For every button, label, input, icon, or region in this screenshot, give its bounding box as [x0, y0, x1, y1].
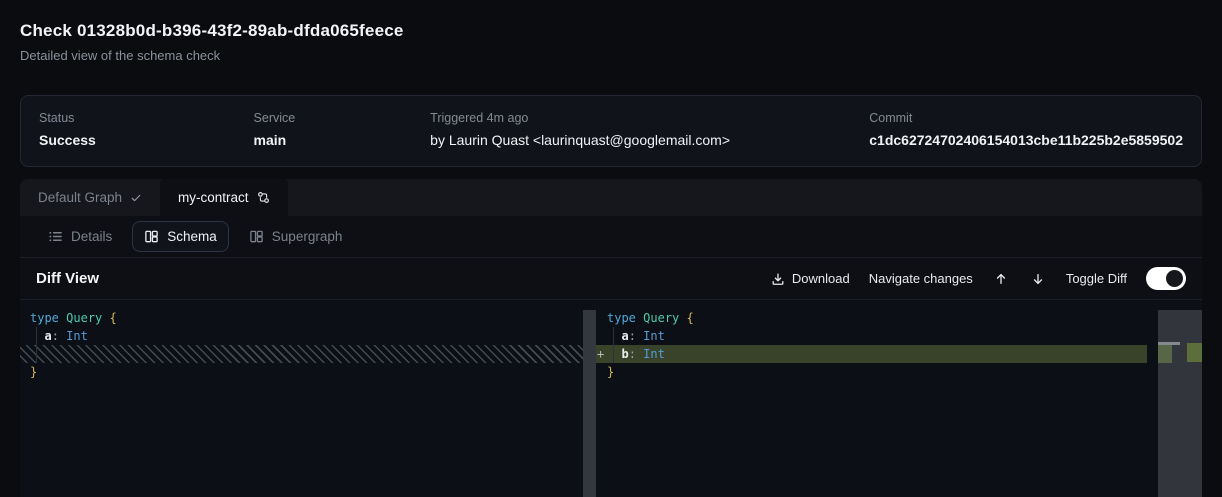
list-icon — [48, 229, 63, 244]
triggered-label: Triggered 4m ago — [430, 110, 869, 126]
layout-panels-icon — [249, 229, 264, 244]
tab-default-graph[interactable]: Default Graph — [20, 179, 160, 216]
previous-change-button[interactable] — [992, 272, 1010, 286]
tab-schema-label: Schema — [167, 229, 217, 244]
indent-guide — [36, 327, 37, 363]
check-meta-card: Status Success Service main Triggered 4m… — [20, 95, 1202, 167]
ruler-added-overlay — [1158, 345, 1172, 363]
diff-pane-before: type Query { a: Int} — [20, 300, 596, 497]
panel-body: Details Schema — [20, 216, 1202, 497]
tab-my-contract-label: my-contract — [178, 190, 249, 205]
status-value: Success — [39, 131, 254, 149]
tab-details-label: Details — [71, 229, 112, 244]
arrow-up-icon — [994, 272, 1008, 286]
page-header: Check 01328b0d-b396-43f2-89ab-dfda065fee… — [0, 0, 1222, 65]
triggered-value: by Laurin Quast <laurinquast@googlemail.… — [430, 131, 869, 149]
service-label: Service — [254, 110, 431, 126]
toggle-knob — [1166, 270, 1183, 287]
toggle-diff-label: Toggle Diff — [1066, 271, 1127, 286]
code-before: type Query { a: Int} — [20, 300, 596, 381]
tab-default-graph-label: Default Graph — [38, 190, 122, 205]
commit-label: Commit — [869, 110, 1183, 126]
code-line: } — [30, 363, 596, 381]
commit-value: c1dc62724702406154013cbe11b225b2e5859502 — [869, 131, 1183, 149]
indent-guide — [613, 327, 614, 363]
arrow-down-icon — [1031, 272, 1045, 286]
layout-panels-icon — [144, 229, 159, 244]
left-editor-scrollbar[interactable] — [583, 310, 596, 497]
navigate-changes-label: Navigate changes — [869, 271, 973, 286]
code-line-hatched — [20, 345, 596, 363]
added-line-marker: + — [597, 345, 604, 363]
check-icon — [130, 192, 142, 204]
tab-supergraph-label: Supergraph — [272, 229, 343, 244]
ruler-added-change-marker — [1187, 343, 1202, 362]
meta-service: Service main — [254, 110, 431, 152]
view-tab-bar: Details Schema — [20, 216, 1202, 258]
tab-my-contract[interactable]: my-contract — [160, 179, 288, 216]
graph-tab-bar: Default Graph my-contract — [20, 179, 1202, 216]
diff-toolbar: Diff View Download Navigate changes — [20, 258, 1202, 300]
diff-pane-after: + type Query { a: Int b: Int} — [596, 300, 1202, 497]
download-label: Download — [792, 271, 850, 286]
diff-view-title: Diff View — [36, 270, 99, 287]
status-label: Status — [39, 110, 254, 126]
meta-commit: Commit c1dc62724702406154013cbe11b225b2e… — [869, 110, 1183, 152]
service-value: main — [254, 131, 431, 149]
meta-status: Status Success — [39, 110, 254, 152]
code-line: a: Int — [30, 327, 596, 345]
check-detail-panel: Default Graph my-contract — [20, 179, 1202, 497]
code-after: type Query { a: Int b: Int} — [596, 300, 1202, 381]
tab-details[interactable]: Details — [36, 221, 124, 252]
tab-supergraph[interactable]: Supergraph — [237, 221, 355, 252]
diff-toolbar-controls: Download Navigate changes — [771, 267, 1186, 290]
page-title: Check 01328b0d-b396-43f2-89ab-dfda065fee… — [20, 19, 1202, 43]
next-change-button[interactable] — [1029, 272, 1047, 286]
code-line: type Query { — [607, 309, 1202, 327]
tab-schema[interactable]: Schema — [132, 221, 229, 252]
download-button[interactable]: Download — [771, 271, 850, 286]
right-editor-overview-ruler[interactable] — [1158, 310, 1202, 497]
code-line: } — [607, 363, 1202, 381]
download-icon — [771, 272, 785, 286]
code-line-added: b: Int — [596, 345, 1147, 363]
schema-diff-editor: type Query { a: Int} + type Query { a: I… — [20, 300, 1202, 497]
meta-triggered: Triggered 4m ago by Laurin Quast <laurin… — [430, 110, 869, 152]
toggle-diff-switch[interactable] — [1146, 267, 1186, 290]
code-line: a: Int — [607, 327, 1202, 345]
code-line: type Query { — [30, 309, 596, 327]
page-subtitle: Detailed view of the schema check — [20, 47, 1202, 65]
git-compare-icon — [257, 191, 270, 204]
